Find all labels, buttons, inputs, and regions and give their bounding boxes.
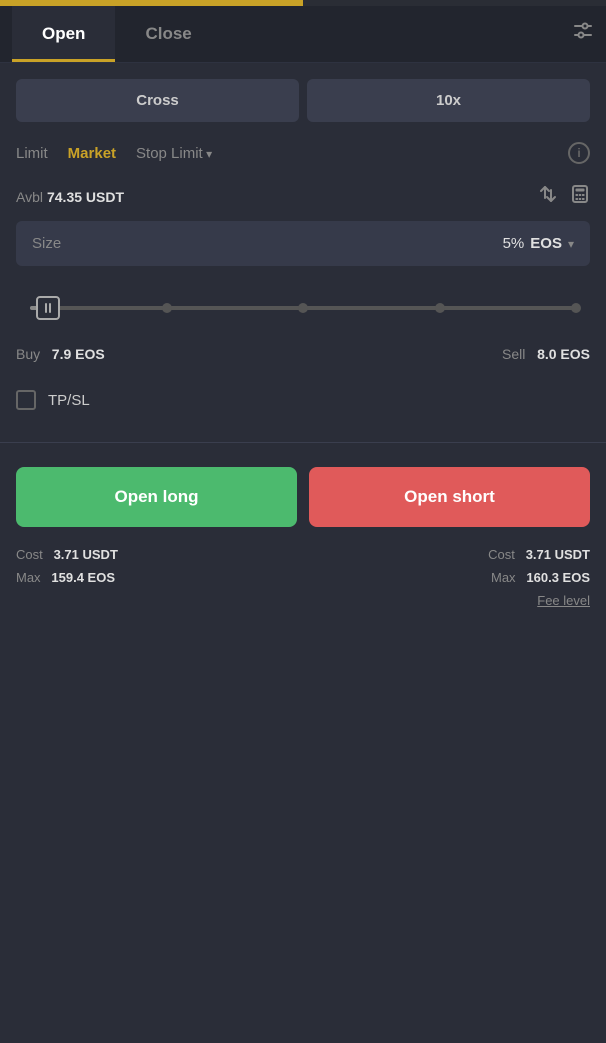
available-value: 74.35 USDT — [47, 189, 124, 205]
slider-track — [30, 306, 576, 310]
size-dropdown-icon[interactable]: ▾ — [568, 237, 574, 251]
order-type-row: Limit Market Stop Limit i — [16, 142, 590, 164]
open-short-button[interactable]: Open short — [309, 467, 590, 527]
divider — [0, 442, 606, 443]
calculator-icon[interactable] — [570, 184, 590, 209]
slider-tick-50 — [298, 303, 308, 313]
buy-sell-row: Buy 7.9 EOS Sell 8.0 EOS — [16, 346, 590, 362]
cross-button[interactable]: Cross — [16, 79, 299, 122]
slider-thumb-line-right — [49, 303, 51, 313]
max-long: Max 159.4 EOS — [16, 570, 115, 585]
tabs-row: Open Close — [0, 6, 606, 63]
cost-long: Cost 3.71 USDT — [16, 547, 118, 562]
size-label: Size — [32, 235, 61, 252]
fee-level-link[interactable]: Fee level — [16, 593, 590, 618]
main-content: Cross 10x Limit Market Stop Limit i Avbl… — [0, 63, 606, 1043]
slider-thumb[interactable] — [36, 296, 60, 320]
margin-row: Cross 10x — [16, 79, 590, 122]
slider-container — [20, 290, 586, 326]
buy-amount: Buy 7.9 EOS — [16, 346, 105, 362]
settings-icon[interactable] — [572, 20, 594, 48]
slider-tick-75 — [435, 303, 445, 313]
info-icon[interactable]: i — [568, 142, 590, 164]
slider-tick-100 — [571, 303, 581, 313]
avbl-icons — [538, 184, 590, 209]
tab-open[interactable]: Open — [12, 6, 115, 62]
cost-row-1: Cost 3.71 USDT Cost 3.71 USDT — [16, 547, 590, 562]
slider-thumb-line-left — [45, 303, 47, 313]
tab-close[interactable]: Close — [115, 6, 221, 62]
order-type-limit[interactable]: Limit — [16, 145, 48, 162]
available-label: Avbl — [16, 189, 43, 205]
cost-row-2: Max 159.4 EOS Max 160.3 EOS — [16, 570, 590, 585]
tpsl-label: TP/SL — [48, 392, 90, 409]
slider-section — [16, 290, 590, 326]
action-buttons: Open long Open short — [16, 467, 590, 527]
sell-amount: Sell 8.0 EOS — [502, 346, 590, 362]
max-short: Max 160.3 EOS — [491, 570, 590, 585]
transfer-icon[interactable] — [538, 184, 558, 209]
size-input-box[interactable]: Size 5% EOS ▾ — [16, 221, 590, 266]
leverage-button[interactable]: 10x — [307, 79, 590, 122]
size-currency: EOS — [530, 235, 562, 252]
order-type-market[interactable]: Market — [68, 145, 116, 162]
slider-thumb-inner — [45, 303, 51, 313]
slider-tick-25 — [162, 303, 172, 313]
order-type-stop-limit[interactable]: Stop Limit — [136, 145, 212, 162]
size-value: 5% EOS ▾ — [503, 235, 574, 252]
cost-short: Cost 3.71 USDT — [488, 547, 590, 562]
size-percent: 5% — [503, 235, 525, 252]
available-row: Avbl 74.35 USDT — [16, 184, 590, 209]
open-long-button[interactable]: Open long — [16, 467, 297, 527]
tpsl-checkbox[interactable] — [16, 390, 36, 410]
tpsl-row: TP/SL — [16, 390, 590, 410]
